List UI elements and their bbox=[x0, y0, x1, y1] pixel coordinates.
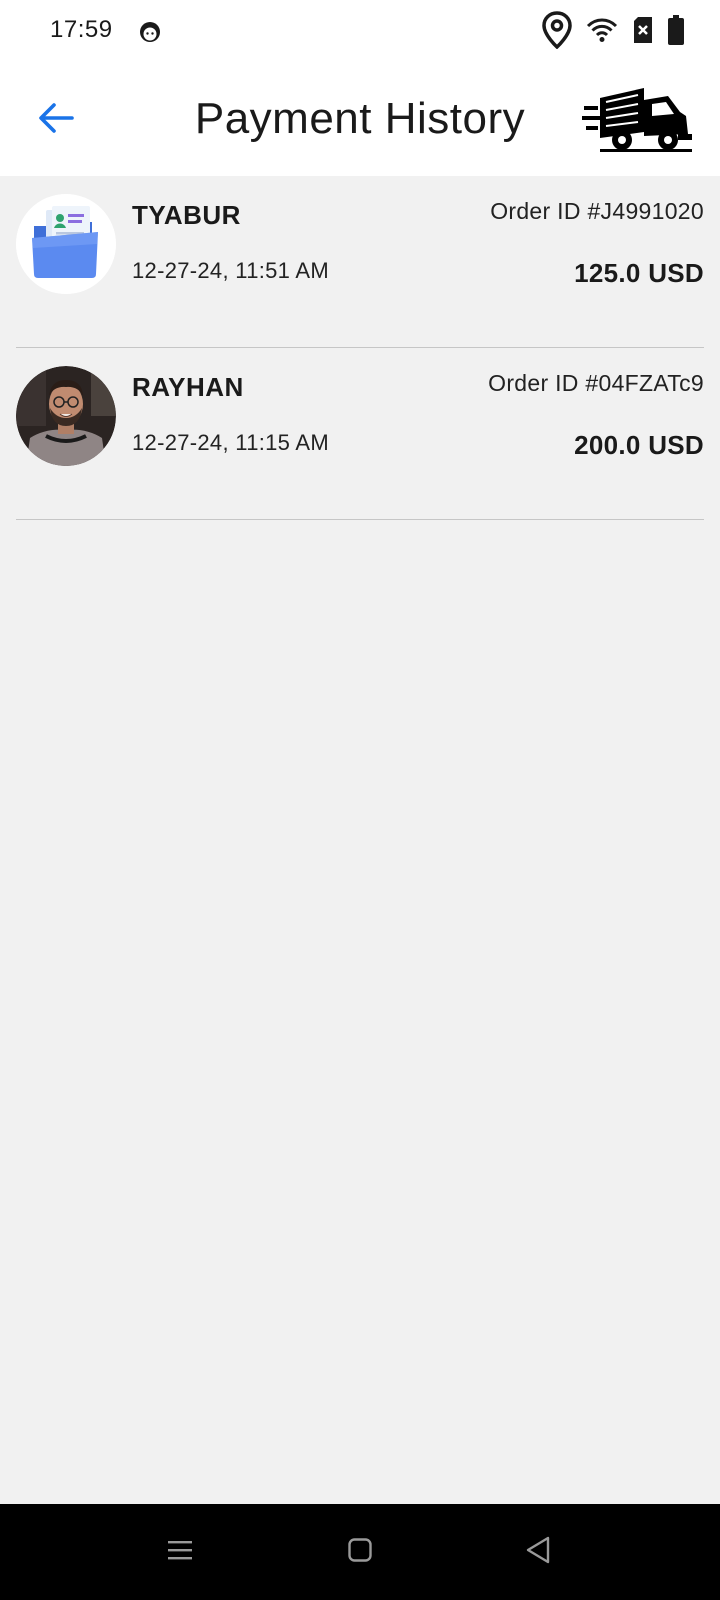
screen: 17:59 Payment History TYABUR 12-27-24, 1… bbox=[0, 0, 720, 1600]
payment-amount: 200.0 USD bbox=[574, 430, 704, 460]
location-icon bbox=[542, 10, 572, 54]
payment-row[interactable]: TYABUR 12-27-24, 11:51 AM Order ID #J499… bbox=[16, 176, 704, 348]
app-notification-icon bbox=[138, 20, 162, 44]
back-triangle-icon bbox=[524, 1535, 552, 1570]
status-icons bbox=[542, 10, 684, 54]
status-time: 17:59 bbox=[50, 16, 113, 43]
sim-no-signal-icon bbox=[632, 16, 654, 49]
app-bar: Payment History bbox=[0, 64, 720, 176]
wifi-icon bbox=[586, 17, 618, 48]
order-id: Order ID #04FZATc9 bbox=[488, 370, 704, 396]
recent-apps-button[interactable] bbox=[160, 1532, 200, 1572]
payer-name: RAYHAN bbox=[132, 372, 244, 402]
battery-icon bbox=[668, 14, 684, 50]
delivery-truck-icon bbox=[582, 86, 694, 152]
order-id: Order ID #J4991020 bbox=[490, 198, 704, 224]
user-photo-avatar bbox=[16, 366, 116, 466]
payer-name: TYABUR bbox=[132, 200, 241, 230]
home-button[interactable] bbox=[340, 1532, 380, 1572]
home-icon bbox=[347, 1537, 373, 1568]
payment-row[interactable]: RAYHAN 12-27-24, 11:15 AM Order ID #04FZ… bbox=[16, 348, 704, 520]
payment-amount: 125.0 USD bbox=[574, 258, 704, 288]
menu-icon bbox=[166, 1538, 194, 1567]
status-bar: 17:59 bbox=[0, 0, 720, 64]
system-nav-bar bbox=[0, 1504, 720, 1600]
payment-date: 12-27-24, 11:15 AM bbox=[132, 430, 330, 455]
payment-list: TYABUR 12-27-24, 11:51 AM Order ID #J499… bbox=[0, 176, 720, 520]
payment-date: 12-27-24, 11:51 AM bbox=[132, 258, 330, 283]
document-folder-avatar bbox=[16, 194, 116, 294]
system-back-button[interactable] bbox=[518, 1532, 558, 1572]
